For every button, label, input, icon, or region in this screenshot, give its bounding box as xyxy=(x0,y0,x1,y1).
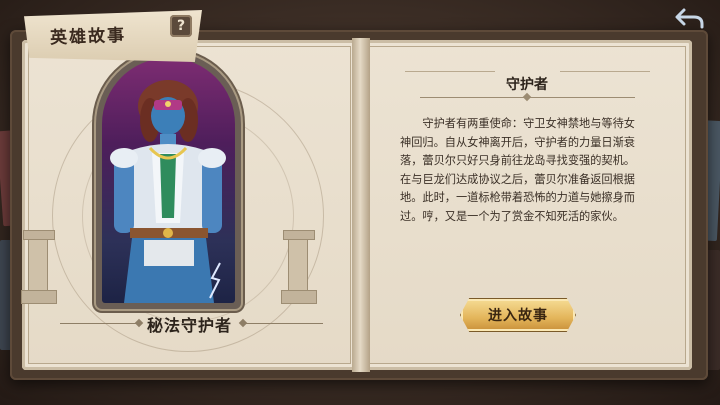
story-text: 守护者有两重使命：守卫女神禁地与等待女神回归。自从女神离开后，守护者的力量日渐衰… xyxy=(400,117,635,223)
hero-portrait xyxy=(102,58,235,303)
question-mark-icon[interactable]: ? xyxy=(170,15,192,37)
divider xyxy=(560,71,650,72)
pillar-ornament xyxy=(281,230,317,305)
back-arrow-icon[interactable] xyxy=(674,6,706,30)
hero-illustration xyxy=(110,80,226,303)
section-title: 守护者 xyxy=(506,77,548,93)
hero-name: 秘法守护者 xyxy=(146,316,232,335)
enter-story-button[interactable]: 进入故事 xyxy=(460,298,576,332)
divider xyxy=(405,71,495,72)
hero-portrait-frame xyxy=(96,52,241,309)
page-title: 英雄故事 xyxy=(49,25,127,49)
pillar-ornament xyxy=(21,230,57,305)
